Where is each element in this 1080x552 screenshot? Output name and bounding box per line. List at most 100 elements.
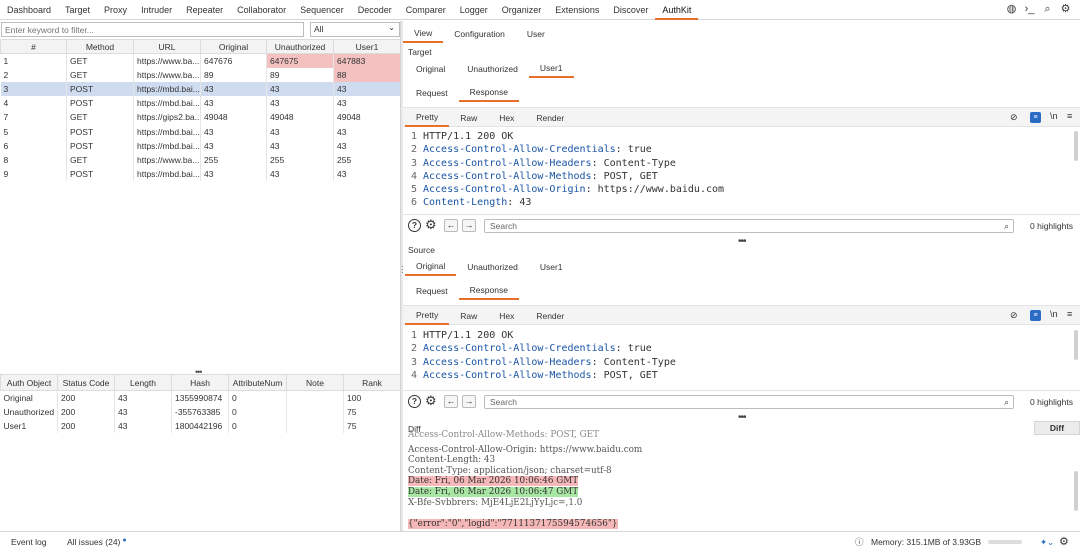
tab-original[interactable]: Original	[405, 59, 456, 78]
nav-tab-intruder[interactable]: Intruder	[134, 0, 179, 20]
column-header[interactable]: Auth Object	[0, 374, 58, 391]
event-log-link[interactable]: Event log	[11, 537, 46, 547]
column-header[interactable]: Method	[66, 39, 134, 54]
header-name: Access-Control-Allow-Origin	[423, 184, 586, 196]
nav-tab-extensions[interactable]: Extensions	[548, 0, 606, 20]
filter-select[interactable]: All ⌄	[310, 22, 400, 37]
nav-tab-organizer[interactable]: Organizer	[495, 0, 549, 20]
menu-icon[interactable]: ≡	[1067, 111, 1072, 121]
tab-request[interactable]: Request	[405, 281, 459, 300]
tab-original[interactable]: Original	[405, 257, 457, 276]
tab-user[interactable]: User	[516, 24, 556, 43]
nav-tab-sequencer[interactable]: Sequencer	[293, 0, 351, 20]
column-header[interactable]: AttributeNum	[228, 374, 287, 391]
tab-unauthorized[interactable]: Unauthorized	[456, 59, 529, 78]
settings-icon[interactable]: ⚙	[1059, 535, 1069, 548]
tab-response[interactable]: Response	[458, 83, 519, 102]
hide-icon[interactable]: ⊘	[1010, 112, 1018, 123]
source-search-input[interactable]: Search ⌕	[484, 395, 1014, 409]
nav-tab-authkit[interactable]: AuthKit	[655, 0, 699, 20]
filter-input[interactable]	[1, 22, 304, 37]
source-scrollbar[interactable]	[1074, 330, 1078, 360]
newline-icon[interactable]: \n	[1050, 309, 1058, 319]
forward-arrow-icon[interactable]: →	[462, 219, 476, 232]
help-icon[interactable]: ?	[408, 395, 421, 408]
back-arrow-icon[interactable]: ←	[444, 219, 458, 232]
table-row[interactable]: 7 GET https://gips2.ba... 49048 49048 49048	[0, 110, 401, 125]
nav-tab-repeater[interactable]: Repeater	[179, 0, 230, 20]
newline-icon[interactable]: \n	[1050, 111, 1058, 121]
table-row[interactable]: 3 POST https://mbd.bai... 43 43 43	[0, 81, 401, 97]
tab-configuration[interactable]: Configuration	[443, 24, 516, 43]
table-row[interactable]: 5 POST https://mbd.bai... 43 43 43	[0, 124, 401, 139]
settings-icon[interactable]: ⚙	[425, 393, 437, 409]
table-row[interactable]: 4 POST https://mbd.bai... 43 43 43	[0, 96, 401, 111]
column-header[interactable]: #	[0, 39, 67, 54]
filter-select-value: All	[314, 24, 324, 34]
table-row[interactable]: 1 GET https://www.ba... 647676 647675 647883	[0, 53, 401, 68]
tab-user1[interactable]: User1	[529, 257, 574, 276]
nav-tab-dashboard[interactable]: Dashboard	[0, 0, 58, 20]
column-header[interactable]: Original	[200, 39, 267, 54]
tab-request[interactable]: Request	[405, 83, 459, 102]
diff-scrollbar[interactable]	[1074, 471, 1078, 511]
column-header[interactable]: Hash	[171, 374, 229, 391]
target-search-input[interactable]: Search ⌕	[484, 219, 1014, 233]
table-row[interactable]: 9 POST https://mbd.bai... 43 43 43	[0, 167, 401, 182]
nav-tab-proxy[interactable]: Proxy	[97, 0, 134, 20]
table-row[interactable]: 2 GET https://www.ba... 89 89 88	[0, 67, 401, 82]
globe-icon[interactable]: ◍	[1005, 3, 1018, 16]
target-scrollbar[interactable]	[1074, 131, 1078, 161]
tab-user1[interactable]: User1	[528, 59, 574, 78]
column-header[interactable]: Length	[114, 374, 172, 391]
tab-hex[interactable]: Hex	[488, 306, 525, 325]
wrap-icon[interactable]: ≡	[1030, 310, 1041, 321]
help-icon[interactable]: ?	[408, 219, 421, 232]
wrap-icon[interactable]: ≡	[1030, 112, 1041, 123]
nav-tab-logger[interactable]: Logger	[453, 0, 495, 20]
tab-view[interactable]: View	[403, 24, 444, 43]
line-number: 4	[410, 369, 417, 381]
diff-button[interactable]: Diff	[1034, 421, 1080, 435]
column-header[interactable]: URL	[133, 39, 201, 54]
table-row[interactable]: User1 200 43 1800442196 0 75	[0, 418, 401, 433]
column-header[interactable]: Note	[286, 374, 344, 391]
table-row[interactable]: 8 GET https://www.ba... 255 255 255	[0, 152, 401, 167]
gear-icon[interactable]: ⚙	[1059, 3, 1072, 16]
settings-icon[interactable]: ⚙	[425, 217, 437, 233]
column-header[interactable]: Unauthorized	[266, 39, 334, 54]
forward-arrow-icon[interactable]: →	[462, 395, 476, 408]
tab-response[interactable]: Response	[458, 281, 519, 300]
nav-tab-target[interactable]: Target	[58, 0, 97, 20]
hide-icon[interactable]: ⊘	[1010, 310, 1018, 321]
source-response-editor[interactable]: 1 HTTP/1.1 200 OK 2 Access-Control-Allow-Cr…	[403, 329, 1080, 384]
tab-render[interactable]: Render	[525, 306, 575, 325]
column-header[interactable]: User1	[333, 39, 401, 54]
tab-unauthorized[interactable]: Unauthorized	[456, 257, 529, 276]
cell-user1: 647883	[333, 53, 401, 68]
nav-tab-collaborator[interactable]: Collaborator	[230, 0, 293, 20]
cell-original: 43	[200, 124, 267, 139]
target-response-editor[interactable]: 1 HTTP/1.1 200 OK 2 Access-Control-Allow-Cr…	[403, 130, 1080, 210]
column-header[interactable]: Status Code	[57, 374, 115, 391]
tab-raw[interactable]: Raw	[449, 108, 488, 127]
sparkle-icon[interactable]: ✦⌄	[1040, 537, 1054, 548]
nav-tab-discover[interactable]: Discover	[606, 0, 655, 20]
table-row[interactable]: 6 POST https://mbd.bai... 43 43 43	[0, 138, 401, 153]
tab-render[interactable]: Render	[525, 108, 575, 127]
tab-pretty[interactable]: Pretty	[405, 306, 450, 325]
search-icon[interactable]: ⌕	[1041, 3, 1054, 16]
terminal-icon[interactable]: ›_	[1023, 3, 1036, 16]
nav-tab-comparer[interactable]: Comparer	[399, 0, 453, 20]
tab-hex[interactable]: Hex	[488, 108, 525, 127]
issues-link[interactable]: All issues (24) ●	[67, 537, 127, 547]
table-row[interactable]: Unauthorized 200 43 -355763385 0 75	[0, 404, 401, 419]
column-header[interactable]: Rank	[343, 374, 401, 391]
back-arrow-icon[interactable]: ←	[444, 395, 458, 408]
tab-pretty[interactable]: Pretty	[405, 108, 450, 127]
menu-icon[interactable]: ≡	[1067, 309, 1072, 319]
splitter-handle[interactable]: •••	[738, 236, 746, 247]
nav-tab-decoder[interactable]: Decoder	[351, 0, 399, 20]
table-row[interactable]: Original 200 43 1355990874 0 100	[0, 390, 401, 405]
tab-raw[interactable]: Raw	[449, 306, 488, 325]
